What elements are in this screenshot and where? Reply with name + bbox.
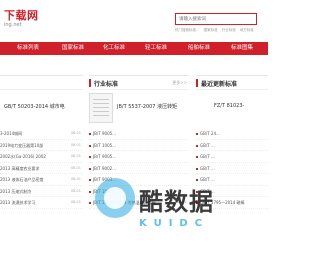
list-item-title[interactable]: 2019电力变压器第10部 (0, 143, 43, 148)
search-input[interactable] (176, 14, 256, 24)
nav-item-chemical[interactable]: 化工标准 (103, 42, 125, 55)
list-item-date: 08-01 (70, 177, 81, 181)
standard-list: 3-2014城网 08-01 2019电力变压器第10部 08-01 2002水(G… (0, 128, 83, 209)
nav-item-light-industry[interactable]: 轻工标准 (145, 42, 167, 55)
featured-item-title[interactable]: GB/T 50203-2014 城市电 (4, 103, 65, 110)
hot-link[interactable]: 地方标准 (240, 28, 254, 32)
list-item-title[interactable]: JB/T 1005... (93, 143, 116, 148)
panel-header: 行业标准 更多>> (89, 76, 189, 90)
list-item-title[interactable]: GB/T ... (200, 154, 215, 159)
bullet-icon (196, 156, 198, 158)
list-item[interactable]: 2013 液体石油产品密度 08-01 (0, 174, 83, 186)
panel-header-accent (89, 79, 91, 87)
search-box (175, 13, 257, 25)
list-item[interactable]: 2013 压缩式制冷 08-01 (0, 186, 83, 197)
list-item-date: 08-01 (70, 154, 81, 158)
panel-title: 行业标准 (94, 81, 119, 88)
featured-item-title[interactable]: FZ/T 81023- (214, 103, 244, 109)
main-nav: 标准列表 国家标准 化工标准 轻工标准 船舶标准 标准图集 (0, 42, 268, 55)
list-item-date: 08-01 (70, 200, 81, 204)
panel-national-standards: GB/T 50203-2014 城市电 3-2014城网 08-01 2019电力… (0, 75, 83, 275)
list-item-title[interactable]: 3-2014城网 (0, 131, 22, 136)
list-item-title[interactable]: 2013 高精度农业要求 (0, 166, 39, 171)
nav-item-standard-list[interactable]: 标准列表 (17, 42, 39, 55)
list-item[interactable]: JB/T 1005... (89, 140, 189, 151)
panel-title: 最近更新标准 (201, 81, 238, 88)
hot-search-links: 热门搜索标准： 国家标准 行业标准 地方标准 (175, 28, 257, 33)
nav-item-shipping[interactable]: 船舶标准 (188, 42, 210, 55)
bullet-icon (89, 202, 91, 204)
featured-item[interactable]: JB/T 5537-2007 液压转矩 (89, 93, 189, 123)
bullet-icon (89, 144, 91, 147)
bullet-icon (89, 167, 91, 170)
list-item[interactable]: 2013 高精度农业要求 08-01 (0, 163, 83, 174)
bullet-icon (196, 144, 198, 147)
list-item[interactable]: 2019电力变压器第10部 08-01 (0, 140, 83, 151)
watermark-overlay: 酷数据 KUIDC (95, 170, 265, 240)
list-item-title[interactable]: GB/T 24... (200, 131, 220, 136)
site-logo-domain: ing.net (4, 22, 22, 28)
watermark-subtext: KUIDC (139, 218, 210, 229)
list-item-title[interactable]: 2013 压缩式制冷 (0, 189, 31, 194)
featured-thumbnail[interactable] (89, 93, 113, 123)
list-item-date: 08-01 (70, 131, 81, 135)
nav-item-national[interactable]: 国家标准 (62, 42, 84, 55)
list-item[interactable]: GB/T 24... (196, 128, 268, 140)
hot-link[interactable]: 行业标准 (222, 28, 236, 32)
featured-item-title[interactable]: JB/T 5537-2007 液压转矩 (117, 103, 177, 110)
list-item-title[interactable]: JB/T 9005... (93, 131, 116, 136)
list-item-title[interactable]: GB/T ... (200, 143, 215, 148)
list-item[interactable]: GB/T ... (196, 140, 268, 151)
list-item[interactable]: 2013 流通技术学习 08-01 (0, 197, 83, 209)
site-header: 下载网 ing.net 热门搜索标准： 国家标准 行业标准 地方标准 (0, 0, 268, 42)
hot-link[interactable]: 国家标准 (204, 28, 218, 32)
list-item[interactable]: JB/T 9005... (89, 151, 189, 163)
featured-item[interactable]: GB/T 50203-2014 城市电 (0, 93, 83, 123)
more-link[interactable]: 更多>> (172, 80, 187, 86)
site-logo[interactable]: 下载网 (4, 7, 39, 23)
list-item-date: 08-01 (70, 188, 81, 193)
list-item-title[interactable]: 2013 流通技术学习 (0, 200, 35, 205)
list-item-date: 08-01 (70, 165, 81, 170)
list-item[interactable]: 2002水(Ga-2016) 2002 08-01 (0, 151, 83, 163)
bullet-icon (89, 133, 91, 135)
nav-item-atlas[interactable]: 标准图集 (231, 42, 253, 55)
panel-header: 最近更新标准 (196, 76, 268, 90)
list-item[interactable]: 3-2014城网 08-01 (0, 128, 83, 140)
list-item-title[interactable]: JB/T 9005... (93, 154, 116, 159)
bullet-icon (89, 156, 91, 158)
bullet-icon (196, 133, 198, 135)
watermark-text: 酷数据 (139, 188, 214, 216)
bullet-icon (89, 190, 91, 193)
list-item[interactable]: JB/T 9005... (89, 128, 189, 140)
panel-header-accent (196, 79, 198, 87)
list-item-date: 08-01 (70, 142, 81, 147)
hot-search-label: 热门搜索标准： (175, 28, 200, 32)
list-item[interactable]: GB/T ... (196, 151, 268, 163)
featured-item[interactable]: FZ/T 81023- (196, 93, 268, 123)
bullet-icon (89, 179, 91, 181)
panel-header (0, 76, 83, 90)
watermark-logo-icon (95, 178, 135, 218)
list-item-title[interactable]: 2002水(Ga-2016) 2002 (0, 154, 46, 159)
list-item-title[interactable]: 2013 液体石油产品密度 (0, 177, 43, 182)
